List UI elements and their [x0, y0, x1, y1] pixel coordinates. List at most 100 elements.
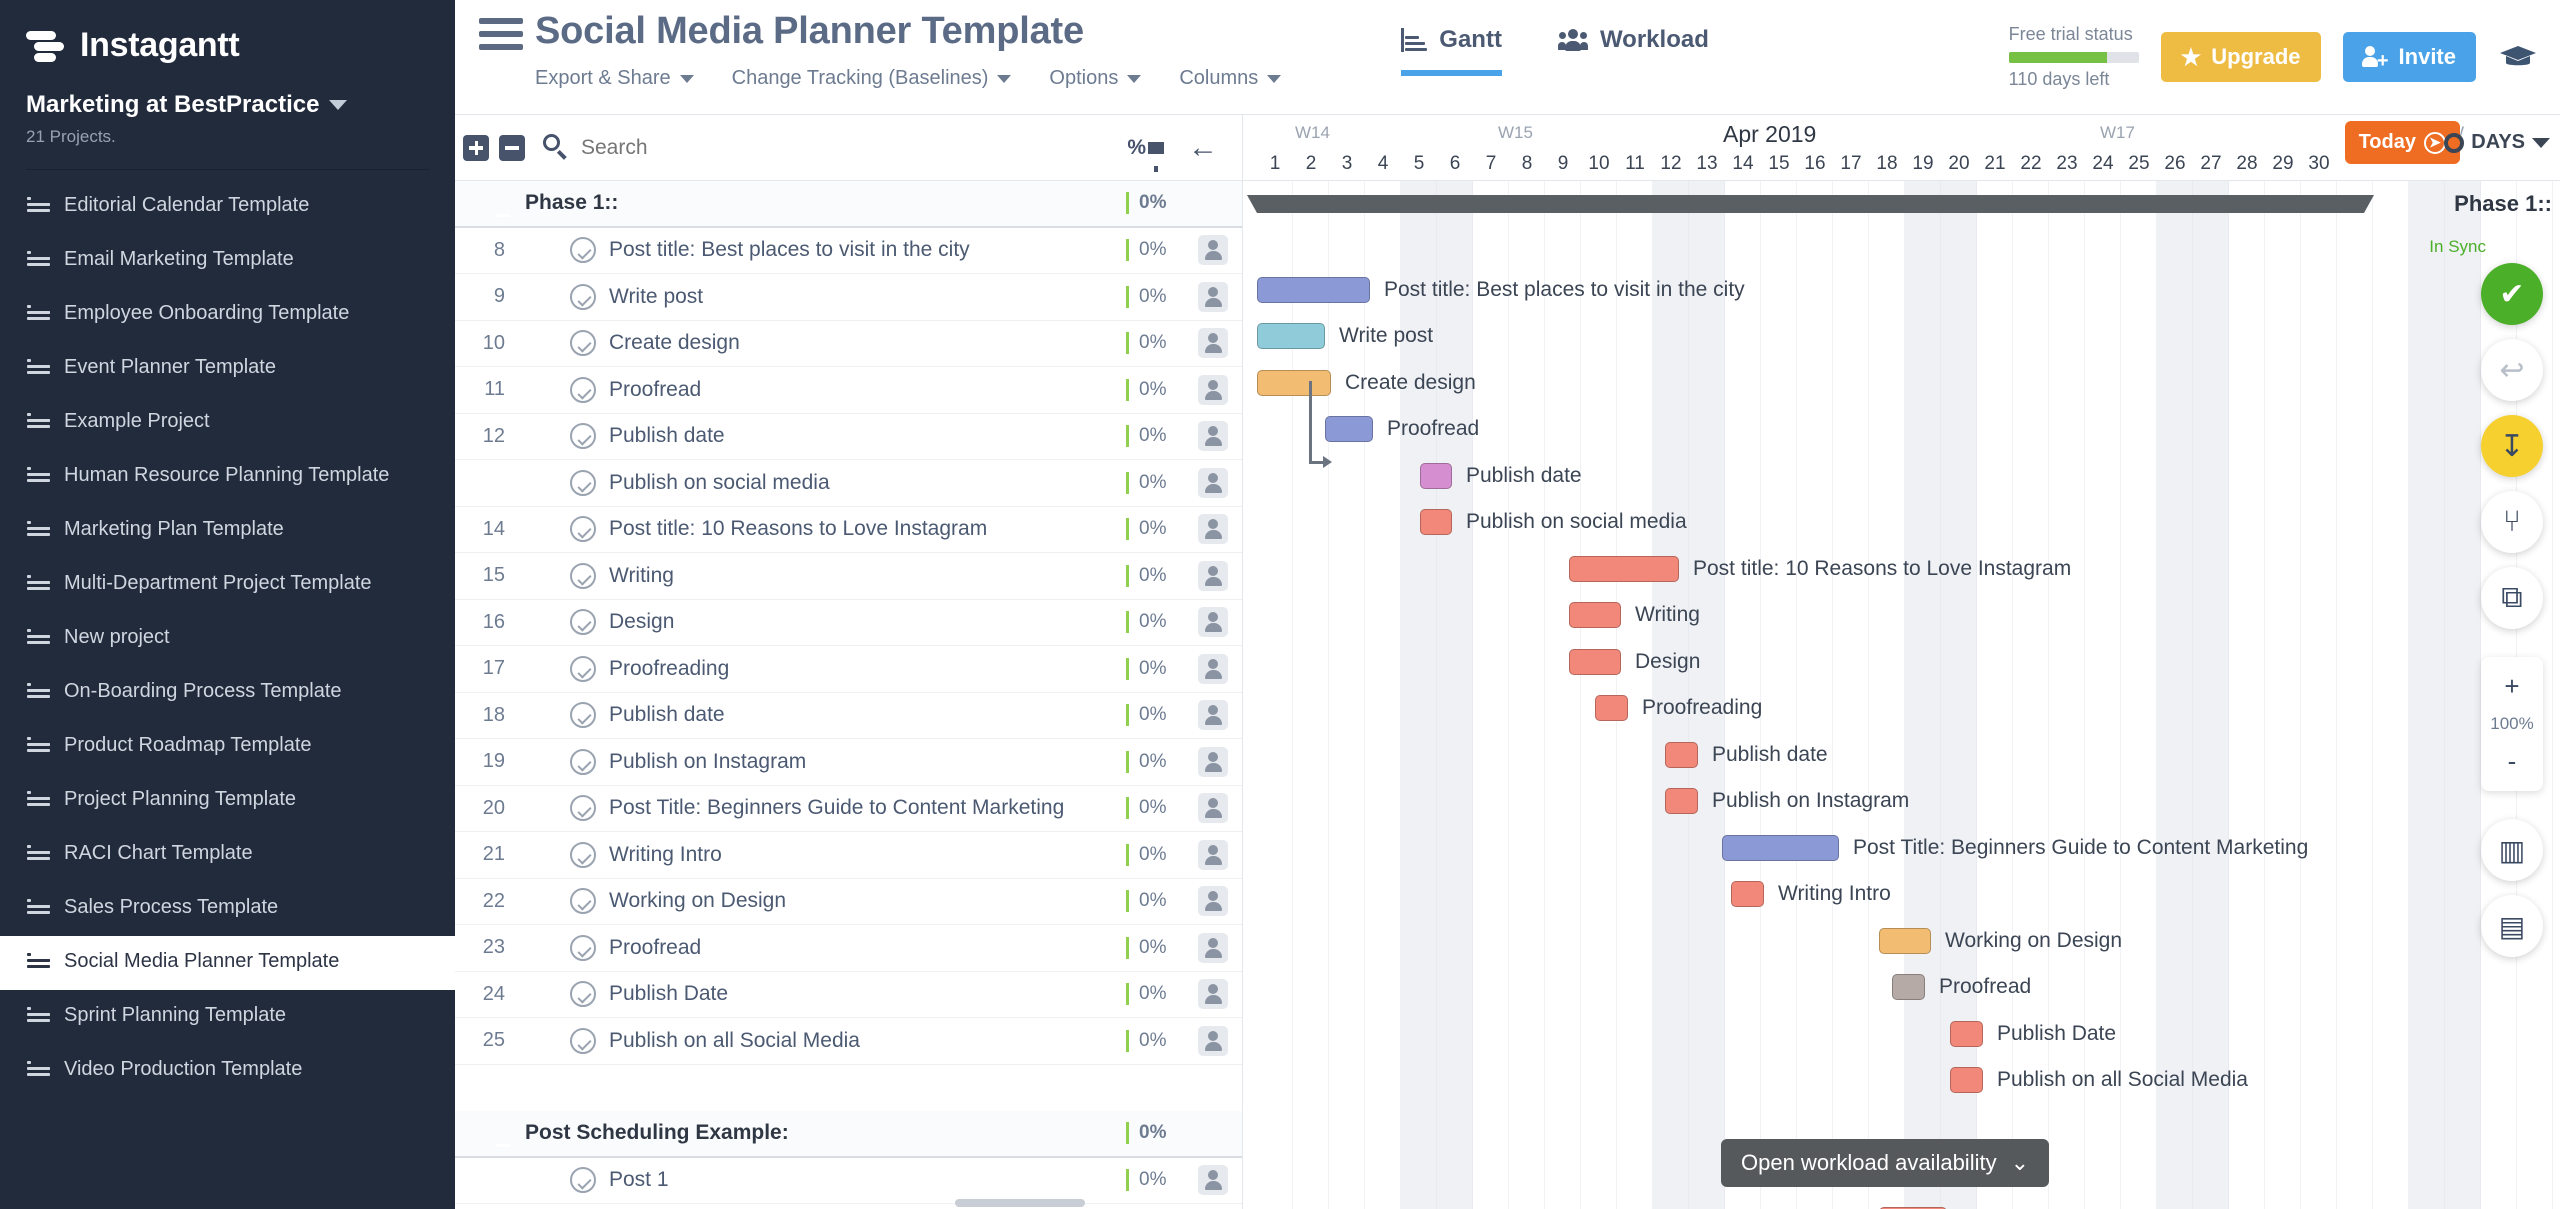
- menu-export-share[interactable]: Export & Share: [535, 67, 694, 90]
- map-view-button[interactable]: ▥: [2481, 819, 2543, 881]
- task-complete-toggle[interactable]: [563, 841, 603, 868]
- remove-task-button[interactable]: [499, 134, 525, 161]
- task-complete-toggle[interactable]: [563, 1027, 603, 1054]
- sidebar-item-new-project[interactable]: New project: [0, 612, 455, 666]
- task-complete-toggle[interactable]: [563, 702, 603, 729]
- sidebar-item-social-media-planner-template[interactable]: Social Media Planner Template: [0, 936, 455, 990]
- upgrade-button[interactable]: ★ Upgrade: [2160, 32, 2321, 82]
- task-complete-toggle[interactable]: [563, 934, 603, 961]
- gantt-bar[interactable]: [1325, 416, 1373, 442]
- sidebar-item-sprint-planning-template[interactable]: Sprint Planning Template: [0, 990, 455, 1044]
- today-button[interactable]: Today ➤: [2344, 121, 2460, 164]
- undo-button[interactable]: ↩: [2481, 339, 2543, 401]
- gantt-bar[interactable]: [1257, 323, 1325, 349]
- assignee-cell[interactable]: [1184, 886, 1242, 917]
- sidebar-item-event-planner-template[interactable]: Event Planner Template: [0, 342, 455, 396]
- table-row[interactable]: Publish on social media 0%: [455, 460, 1242, 507]
- task-complete-toggle[interactable]: [563, 376, 603, 403]
- table-row[interactable]: 18 Publish date 0%: [455, 693, 1242, 739]
- gantt-bar[interactable]: [1257, 369, 1331, 396]
- gantt-bar[interactable]: [1569, 555, 1679, 582]
- add-task-button[interactable]: [463, 134, 489, 161]
- gantt-bar[interactable]: [1722, 834, 1839, 861]
- sidebar-item-project-planning-template[interactable]: Project Planning Template: [0, 774, 455, 828]
- sidebar-item-sales-process-template[interactable]: Sales Process Template: [0, 882, 455, 936]
- assignee-cell[interactable]: [1184, 653, 1242, 684]
- horizontal-scrollbar[interactable]: [955, 1199, 1085, 1207]
- branch-button[interactable]: ⑂: [2481, 491, 2543, 553]
- assignee-cell[interactable]: [1184, 746, 1242, 777]
- task-complete-toggle[interactable]: [563, 748, 603, 775]
- task-complete-toggle[interactable]: [563, 283, 603, 310]
- table-row[interactable]: 12 Publish date 0%: [455, 414, 1242, 460]
- task-complete-toggle[interactable]: [563, 609, 603, 636]
- brand[interactable]: Instagantt: [26, 26, 429, 65]
- sidebar-item-editorial-calendar-template[interactable]: Editorial Calendar Template: [0, 180, 455, 234]
- duplicate-button[interactable]: ⧉: [2481, 567, 2543, 629]
- percent-filter-button[interactable]: %: [1127, 136, 1164, 172]
- table-row[interactable]: 21 Writing Intro 0%: [455, 832, 1242, 879]
- search-input[interactable]: [581, 135, 1118, 160]
- assignee-cell[interactable]: [1184, 700, 1242, 731]
- task-complete-toggle[interactable]: [563, 562, 603, 589]
- sidebar-item-multi-department-project-template[interactable]: Multi-Department Project Template: [0, 558, 455, 612]
- gantt-bar[interactable]: [1569, 602, 1621, 628]
- task-complete-toggle[interactable]: [563, 469, 603, 496]
- task-complete-toggle[interactable]: [563, 795, 603, 822]
- gantt-bar[interactable]: [1257, 276, 1370, 303]
- sidebar-item-video-production-template[interactable]: Video Production Template: [0, 1044, 455, 1098]
- collapse-panel-icon[interactable]: ←: [1188, 132, 1218, 163]
- table-row[interactable]: 19 Publish on Instagram 0%: [455, 739, 1242, 786]
- gantt-bar[interactable]: [1892, 974, 1925, 1000]
- sidebar-item-example-project[interactable]: Example Project: [0, 396, 455, 450]
- graduation-cap-icon[interactable]: [2498, 42, 2538, 72]
- table-row[interactable]: 24 Publish Date 0%: [455, 972, 1242, 1018]
- gantt-bar[interactable]: [1665, 741, 1698, 768]
- menu-toggle-icon[interactable]: [479, 18, 535, 114]
- assignee-cell[interactable]: [1184, 235, 1242, 266]
- assignee-cell[interactable]: [1184, 514, 1242, 545]
- menu-options[interactable]: Options: [1049, 67, 1142, 90]
- gantt-bar[interactable]: [1950, 1067, 1983, 1093]
- task-complete-toggle[interactable]: [563, 516, 603, 543]
- table-row[interactable]: Post 1 0%: [455, 1158, 1242, 1204]
- table-row[interactable]: 8 Post title: Best places to visit in the…: [455, 228, 1242, 274]
- gantt-bar[interactable]: [1569, 648, 1621, 675]
- sort-button[interactable]: ↧: [2481, 415, 2543, 477]
- assignee-cell[interactable]: [1184, 1025, 1242, 1056]
- assignee-cell[interactable]: [1184, 979, 1242, 1010]
- zoom-out-button[interactable]: -: [2508, 740, 2517, 783]
- sidebar-item-human-resource-planning-template[interactable]: Human Resource Planning Template: [0, 450, 455, 504]
- sidebar-item-raci-chart-template[interactable]: RACI Chart Template: [0, 828, 455, 882]
- table-row[interactable]: 15 Writing 0%: [455, 553, 1242, 600]
- gantt-bar[interactable]: [1665, 788, 1698, 814]
- task-group-row[interactable]: Phase 1:: 0%: [455, 181, 1242, 228]
- table-row[interactable]: 17 Proofreading 0%: [455, 646, 1242, 693]
- invite-button[interactable]: + Invite: [2342, 32, 2476, 82]
- assignee-cell[interactable]: [1184, 1165, 1242, 1196]
- sidebar-item-email-marketing-template[interactable]: Email Marketing Template: [0, 234, 455, 288]
- table-row[interactable]: 9 Write post 0%: [455, 274, 1242, 321]
- assignee-cell[interactable]: [1184, 281, 1242, 312]
- tab-gantt[interactable]: Gantt: [1401, 26, 1502, 76]
- table-row[interactable]: 22 Working on Design 0%: [455, 879, 1242, 925]
- tab-workload[interactable]: Workload: [1557, 26, 1709, 76]
- assignee-cell[interactable]: [1184, 793, 1242, 824]
- sidebar-item-on-boarding-process-template[interactable]: On-Boarding Process Template: [0, 666, 455, 720]
- assignee-cell[interactable]: [1184, 839, 1242, 870]
- gantt-bar[interactable]: [1879, 927, 1931, 954]
- zoom-in-button[interactable]: +: [2504, 665, 2519, 708]
- gantt-bar[interactable]: [1420, 509, 1452, 535]
- task-complete-toggle[interactable]: [563, 888, 603, 915]
- assignee-cell[interactable]: [1184, 560, 1242, 591]
- assignee-cell[interactable]: [1184, 932, 1242, 963]
- assignee-cell[interactable]: [1184, 607, 1242, 638]
- sidebar-item-marketing-plan-template[interactable]: Marketing Plan Template: [0, 504, 455, 558]
- sidebar-item-product-roadmap-template[interactable]: Product Roadmap Template: [0, 720, 455, 774]
- task-complete-toggle[interactable]: [563, 1167, 603, 1194]
- sync-check-button[interactable]: ✔: [2481, 263, 2543, 325]
- table-row[interactable]: 14 Post title: 10 Reasons to Love Instagr…: [455, 507, 1242, 553]
- task-complete-toggle[interactable]: [563, 423, 603, 450]
- table-row[interactable]: 11 Proofread 0%: [455, 367, 1242, 414]
- assignee-cell[interactable]: [1184, 328, 1242, 359]
